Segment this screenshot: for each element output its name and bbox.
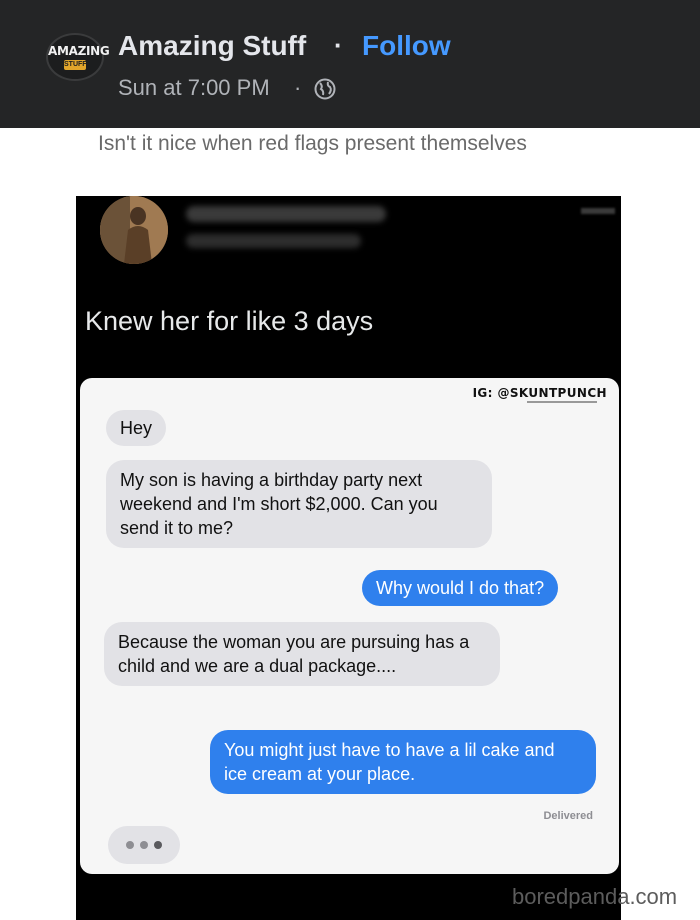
- profile-avatar: [100, 196, 168, 264]
- logo-text: AMAZING: [48, 44, 110, 58]
- blurred-handle: [186, 234, 361, 248]
- blurred-menu: [581, 208, 615, 214]
- post-image[interactable]: Knew her for like 3 days IG: @SKUNTPUNCH…: [76, 196, 621, 920]
- source-watermark: boredpanda.com: [512, 884, 678, 909]
- chat-screenshot: IG: @SKUNTPUNCH Hey My son is having a b…: [80, 378, 619, 874]
- typing-dot: [140, 841, 148, 849]
- follow-button[interactable]: Follow: [362, 30, 451, 62]
- page-logo[interactable]: AMAZING STUFF: [46, 33, 110, 81]
- delivered-status: Delivered: [543, 810, 593, 822]
- sent-message: Why would I do that?: [362, 570, 559, 606]
- typing-indicator: [108, 826, 180, 864]
- sent-message: You might just have to have a lil cake a…: [210, 730, 596, 794]
- typing-dot: [154, 841, 162, 849]
- post-caption: Isn't it nice when red flags present the…: [98, 132, 527, 155]
- separator-dot: ·: [334, 30, 343, 60]
- received-message: Because the woman you are pursuing has a…: [104, 622, 500, 686]
- post-header: AMAZING STUFF Amazing Stuff · Follow Sun…: [0, 0, 700, 128]
- logo-subtext: STUFF: [64, 60, 87, 70]
- watermark-underline: [527, 401, 597, 403]
- timestamp-separator: ·: [294, 75, 302, 100]
- page-name-link[interactable]: Amazing Stuff: [118, 30, 306, 62]
- watermark: IG: @SKUNTPUNCH: [472, 386, 607, 400]
- globe-icon: [314, 78, 336, 100]
- tweet-text: Knew her for like 3 days: [85, 306, 374, 336]
- post-timestamp[interactable]: Sun at 7:00 PM: [118, 75, 270, 101]
- blurred-username: [186, 206, 386, 222]
- received-message: My son is having a birthday party next w…: [106, 460, 492, 548]
- received-message: Hey: [106, 410, 167, 446]
- typing-dot: [126, 841, 134, 849]
